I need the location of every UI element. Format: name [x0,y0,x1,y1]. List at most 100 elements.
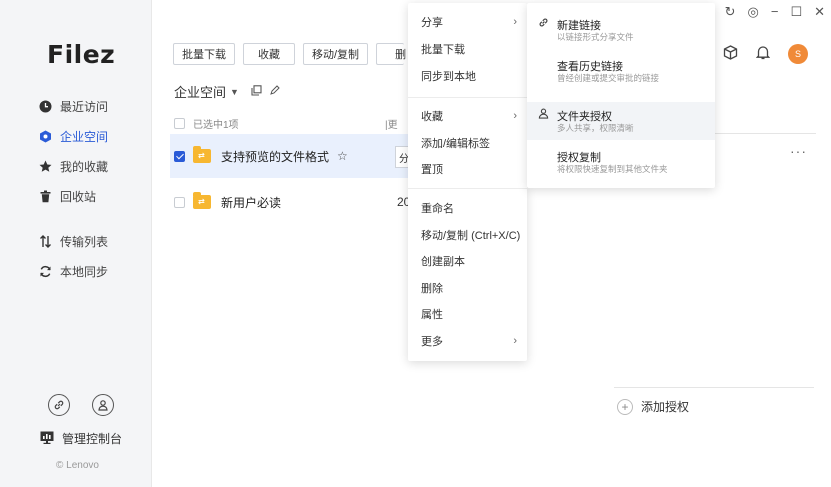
list-header: 已选中1项 [174,116,239,131]
edit-icon[interactable] [270,85,280,98]
menu-item-tags[interactable]: 添加/编辑标签 [408,133,527,153]
batch-download-button[interactable]: 批量下载 [173,43,235,65]
copyright-text: © Lenovo [56,460,99,471]
submenu-item-folder-auth[interactable]: 文件夹授权 多人共享，权限清晰 [527,102,715,140]
menu-item-label: 分享 [421,17,443,29]
favorite-button[interactable]: 收藏 [243,43,295,65]
menu-item-label: 置顶 [421,164,443,176]
menu-item-delete[interactable]: 删除 [408,278,527,298]
menu-item-label: 添加/编辑标签 [421,138,491,150]
submenu-desc: 将权限快速复制到其他文件夹 [557,164,668,174]
column-header-updated: |更 [385,120,398,131]
menu-item-properties[interactable]: 属性 [408,304,527,324]
sync-icon [38,264,52,278]
action-toolbar: 批量下载 收藏 移动/复制 删 [173,43,406,65]
divider [614,387,814,388]
maximize-icon[interactable]: ☐ [790,4,802,20]
menu-item-pin[interactable]: 置顶 [408,159,527,179]
submenu-desc: 曾经创建或提交审批的链接 [557,73,660,83]
column-header-label: 更 [387,120,398,131]
breadcrumb-root[interactable]: 企业空间 [174,82,226,101]
menu-item-rename[interactable]: 重命名 [408,198,527,218]
sidebar-item-sync[interactable]: 本地同步 [38,260,108,282]
menu-item-more[interactable]: 更多 › [408,331,527,351]
context-menu: 分享 › 批量下载 同步到本地 收藏 › 添加/编辑标签 置顶 重命名 移动/复制 … [408,3,527,361]
menu-item-label: 批量下载 [421,44,465,56]
menu-item-label: 属性 [421,309,443,321]
app-logo: Filez [47,40,116,69]
transfer-icon [38,234,52,248]
bell-icon[interactable] [755,45,771,63]
submenu-item-new-link[interactable]: 新建链接 以链接形式分享文件 [527,11,715,49]
select-all-checkbox[interactable] [174,118,185,129]
enterprise-icon [38,129,52,143]
user-share-icon[interactable] [92,394,114,416]
link-icon[interactable] [48,394,70,416]
admin-console-label: 管理控制台 [62,432,123,446]
breadcrumb: 企业空间 ▼ [174,82,280,101]
star-outline-icon[interactable]: ☆ [337,149,348,163]
copy-icon[interactable] [251,84,262,99]
sidebar-item-favorites[interactable]: 我的收藏 [38,155,108,177]
menu-item-label: 收藏 [421,111,443,123]
submenu-item-history-links[interactable]: 查看历史链接 曾经创建或提交审批的链接 [527,52,715,90]
top-icons: S [723,44,808,64]
submenu-item-copy-auth[interactable]: 授权复制 将权限快速复制到其他文件夹 [527,143,715,181]
star-icon [38,159,52,173]
menu-item-favorite[interactable]: 收藏 › [408,106,527,126]
sidebar-item-trash[interactable]: 回收站 [38,185,96,207]
submenu-desc: 多人共享，权限清晰 [557,123,634,133]
chevron-right-icon: › [513,16,517,28]
user-icon [538,108,549,122]
menu-item-batch-download[interactable]: 批量下载 [408,39,527,59]
menu-item-label: 删除 [421,283,443,295]
folder-icon: ⇄ [193,192,211,209]
menu-separator [408,97,527,98]
link-icon [538,17,549,31]
row-name[interactable]: 新用户必读 [221,194,281,211]
close-icon[interactable]: ✕ [814,4,825,20]
row-checkbox[interactable] [174,196,185,208]
caret-down-icon[interactable]: ▼ [230,87,239,97]
row-checkbox[interactable] [174,150,185,162]
plus-icon: + [617,398,633,415]
chevron-right-icon: › [513,335,517,347]
menu-item-label: 同步到本地 [421,71,476,83]
cube-icon[interactable] [723,45,738,63]
menu-item-move-copy[interactable]: 移动/复制 (Ctrl+X/C) [408,225,527,245]
refresh-icon[interactable]: ↻ [725,4,736,20]
menu-item-duplicate[interactable]: 创建副本 [408,251,527,271]
sidebar-item-label: 传输列表 [60,234,109,249]
sidebar-item-recent[interactable]: 最近访问 [38,95,108,117]
clock-icon [38,99,52,113]
table-row[interactable]: ⇄ 新用户必读 [170,180,410,224]
menu-item-label: 更多 [421,336,443,348]
window-controls: ↻ ◎ − ☐ ✕ [725,4,825,20]
delete-button[interactable]: 删 [376,43,406,65]
admin-console-link[interactable]: 管理控制台 [40,430,122,447]
more-icon[interactable]: ··· [790,143,807,159]
row-name[interactable]: 支持预览的文件格式 [221,148,329,165]
avatar[interactable]: S [788,44,808,64]
move-copy-button[interactable]: 移动/复制 [303,43,369,65]
share-submenu: 新建链接 以链接形式分享文件 查看历史链接 曾经创建或提交审批的链接 文件夹授权… [527,3,715,188]
sidebar-item-transfer[interactable]: 传输列表 [38,230,108,252]
sidebar-item-enterprise[interactable]: 企业空间 [38,125,108,147]
dashboard-icon [40,431,54,447]
trash-icon [38,189,52,203]
sidebar-item-label: 我的收藏 [60,159,109,174]
settings-icon[interactable]: ◎ [748,4,759,20]
add-authorization-button[interactable]: + 添加授权 [617,398,689,415]
sidebar-item-label: 本地同步 [60,264,109,279]
menu-item-share[interactable]: 分享 › [408,12,527,32]
menu-item-label: 移动/复制 (Ctrl+X/C) [421,230,521,242]
chevron-right-icon: › [513,110,517,122]
sidebar-bottom-icons [48,394,114,416]
submenu-desc: 以链接形式分享文件 [557,32,634,42]
table-row[interactable]: ⇄ 支持预览的文件格式 ☆ [170,134,410,178]
sidebar-item-label: 回收站 [60,189,97,204]
minimize-icon[interactable]: − [771,4,779,20]
menu-item-label: 创建副本 [421,256,465,268]
menu-item-sync-local[interactable]: 同步到本地 [408,66,527,86]
row-share-button[interactable]: 分 [395,146,409,168]
